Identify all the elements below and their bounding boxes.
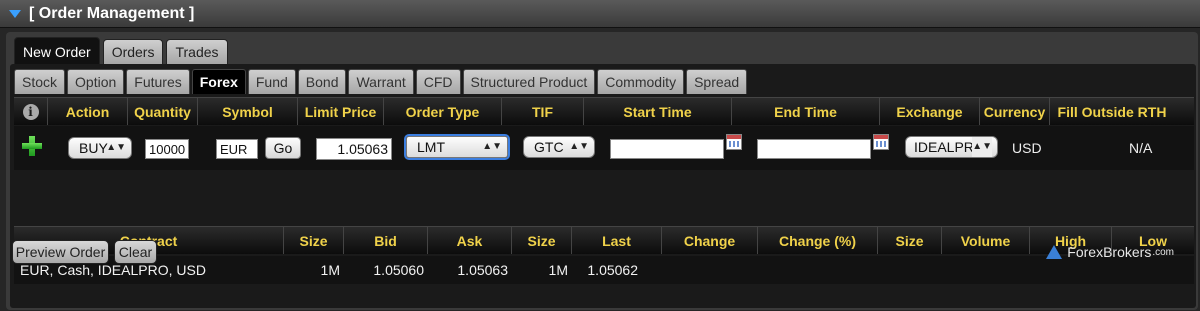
fill-outside-rth-value: N/A <box>1129 140 1153 156</box>
symbol-input[interactable]: EUR <box>216 139 258 159</box>
change-pct-cell <box>758 256 878 284</box>
low-cell <box>1112 256 1194 284</box>
tab-option[interactable]: Option <box>67 69 125 94</box>
change-cell <box>662 256 758 284</box>
header-tif: TIF <box>502 98 584 125</box>
exchange-select[interactable]: IDEALPRO ▲▼ <box>905 136 998 158</box>
watermark-name: ForexBrokers <box>1067 244 1152 260</box>
tab-futures[interactable]: Futures <box>126 69 190 94</box>
ask-cell: 1.05063 <box>457 262 508 278</box>
header-change: Change <box>662 227 758 254</box>
tab-spread[interactable]: Spread <box>686 69 748 94</box>
title-bar: [ Order Management ] <box>0 0 1200 28</box>
volume-cell <box>942 256 1030 284</box>
header-ask-size: Size <box>512 227 572 254</box>
header-exchange: Exchange <box>880 98 980 125</box>
high-cell <box>1030 256 1112 284</box>
header-bid-size: Size <box>284 227 344 254</box>
header-bid: Bid <box>344 227 428 254</box>
quantity-input[interactable]: 10000 <box>145 139 189 159</box>
table-row[interactable]: EUR, Cash, IDEALPRO, USD 1M 1.05060 1.05… <box>14 256 1194 284</box>
order-type-value: LMT <box>417 139 445 155</box>
header-end-time: End Time <box>732 98 880 125</box>
bid-cell: 1.05060 <box>373 262 424 278</box>
tif-select[interactable]: GTC ▲▼ <box>523 136 595 158</box>
header-action: Action <box>48 98 128 125</box>
order-entry-header: i Action Quantity Symbol Limit Price Ord… <box>14 97 1194 125</box>
last-cell: 1.05062 <box>587 262 638 278</box>
market-data-header: Contract Size Bid Ask Size Last Change C… <box>14 226 1194 254</box>
tab-structured-product[interactable]: Structured Product <box>462 69 596 94</box>
tab-warrant[interactable]: Warrant <box>348 69 414 94</box>
header-limit-price: Limit Price <box>298 98 384 125</box>
action-value: BUY <box>79 140 108 156</box>
tab-orders[interactable]: Orders <box>102 39 164 64</box>
tab-trades[interactable]: Trades <box>166 39 228 64</box>
order-type-select[interactable]: LMT ▲▼ <box>406 136 508 158</box>
order-entry-row: BUY ▲▼ 10000 EUR Go 1.05063 LMT ▲▼ GTC ▲▼ I… <box>14 126 1194 170</box>
main-tabs: New Order Orders Trades <box>14 37 231 64</box>
tab-stock[interactable]: Stock <box>14 69 66 94</box>
header-quantity: Quantity <box>128 98 198 125</box>
new-order-pane: Stock Option Futures Forex Fund Bond War… <box>10 64 1196 308</box>
header-currency: Currency <box>980 98 1050 125</box>
currency-value: USD <box>1012 140 1042 156</box>
preview-order-button[interactable]: Preview Order <box>12 240 109 264</box>
forexbrokers-logo-icon <box>1046 245 1063 259</box>
watermark: ForexBrokers .com <box>1046 244 1174 260</box>
header-order-type: Order Type <box>384 98 502 125</box>
select-arrow-icon: ▲▼ <box>569 141 589 152</box>
tab-bond[interactable]: Bond <box>297 69 347 94</box>
clear-button[interactable]: Clear <box>114 240 157 264</box>
select-arrow-icon: ▲▼ <box>972 137 992 157</box>
info-icon[interactable]: i <box>22 103 39 120</box>
collapse-icon[interactable] <box>9 9 21 18</box>
tab-fund[interactable]: Fund <box>247 69 296 94</box>
asset-class-tabs: Stock Option Futures Forex Fund Bond War… <box>14 69 749 94</box>
bid-size-cell: 1M <box>320 262 340 278</box>
select-arrow-icon: ▲▼ <box>482 141 502 152</box>
watermark-domain: .com <box>1152 246 1174 258</box>
action-select[interactable]: BUY ▲▼ <box>68 137 132 159</box>
header-change-pct: Change (%) <box>758 227 878 254</box>
size-cell <box>878 256 942 284</box>
header-fill-outside-rth: Fill Outside RTH <box>1057 104 1167 120</box>
window-title: [ Order Management ] <box>29 4 195 22</box>
start-time-input[interactable] <box>610 139 724 159</box>
tab-commodity[interactable]: Commodity <box>597 69 685 94</box>
info-cell: i <box>14 98 48 125</box>
order-management-window: [ Order Management ] New Order Orders Tr… <box>0 0 1200 311</box>
tab-forex[interactable]: Forex <box>191 69 246 94</box>
go-button[interactable]: Go <box>265 137 301 159</box>
header-start-time: Start Time <box>584 98 732 125</box>
tab-new-order[interactable]: New Order <box>14 37 100 64</box>
header-symbol: Symbol <box>198 98 298 125</box>
header-volume: Volume <box>942 227 1030 254</box>
select-arrow-icon: ▲▼ <box>106 142 126 153</box>
calendar-icon[interactable] <box>873 134 889 150</box>
add-order-icon[interactable] <box>22 136 42 156</box>
header-size: Size <box>878 227 942 254</box>
ask-size-cell: 1M <box>548 262 568 278</box>
limit-price-input[interactable]: 1.05063 <box>316 138 392 160</box>
tif-value: GTC <box>534 139 564 155</box>
header-ask: Ask <box>428 227 512 254</box>
order-panel: New Order Orders Trades Stock Option Fut… <box>6 32 1198 310</box>
tab-cfd[interactable]: CFD <box>415 69 461 94</box>
header-last: Last <box>572 227 662 254</box>
calendar-icon[interactable] <box>726 134 742 150</box>
end-time-input[interactable] <box>757 139 871 159</box>
